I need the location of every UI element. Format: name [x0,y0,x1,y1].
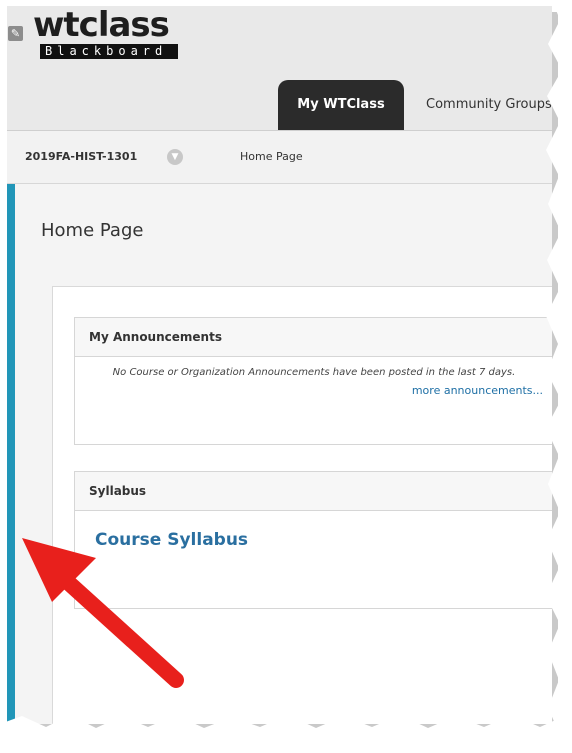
course-menu-toggle-bar[interactable] [7,184,15,724]
announcements-module: My Announcements No Course or Organizati… [74,317,552,445]
syllabus-title: Syllabus [75,472,552,511]
screenshot-frame: ✎ wtclass Blackboard My WTClass Communit… [7,6,552,724]
logo-wordmark[interactable]: wtclass [33,8,170,42]
header: ✎ wtclass Blackboard My WTClass Communit… [7,6,552,131]
modules-panel: My Announcements No Course or Organizati… [52,286,552,724]
course-syllabus-link[interactable]: Course Syllabus [75,511,552,550]
breadcrumb-course[interactable]: 2019FA-HIST-1301 [25,131,137,183]
breadcrumb: 2019FA-HIST-1301 ▼ Home Page [7,131,552,184]
syllabus-module: Syllabus Course Syllabus [74,471,552,609]
announcements-title: My Announcements [75,318,552,357]
tab-my-wtclass[interactable]: My WTClass [278,80,404,130]
logo-sub: Blackboard [40,44,178,59]
more-announcements-link[interactable]: more announcements... [75,380,552,405]
tab-community-groups[interactable]: Community Groups [426,80,552,130]
breadcrumb-page: Home Page [240,150,303,163]
page-title: Home Page [41,220,144,241]
announcements-message: No Course or Organization Announcements … [112,367,516,378]
chevron-down-icon[interactable]: ▼ [167,149,183,165]
pencil-icon[interactable]: ✎ [8,26,23,41]
